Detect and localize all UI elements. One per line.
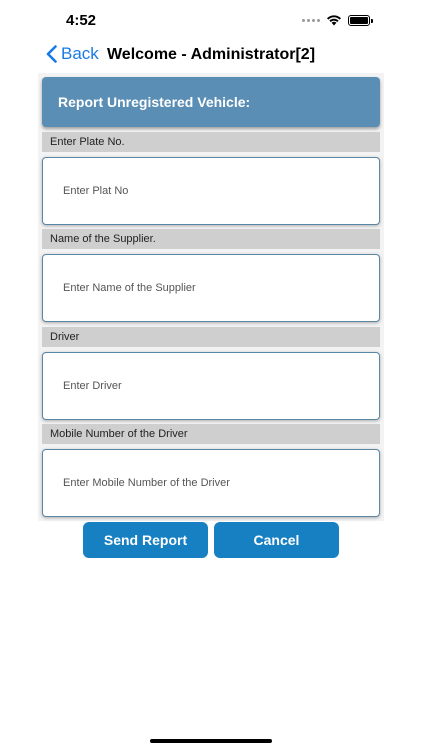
send-report-button[interactable]: Send Report xyxy=(83,522,208,558)
status-icons xyxy=(302,14,373,26)
plate-input[interactable]: Enter Plat No xyxy=(42,157,380,225)
driver-label: Driver xyxy=(42,327,380,347)
mobile-input[interactable]: Enter Mobile Number of the Driver xyxy=(42,449,380,517)
report-form-panel: Report Unregistered Vehicle: Enter Plate… xyxy=(38,73,384,521)
battery-icon xyxy=(348,14,373,26)
page-title: Welcome - Administrator[2] xyxy=(106,46,316,63)
signal-icon xyxy=(302,18,320,22)
navigation-bar: Back Welcome - Administrator[2] xyxy=(0,40,422,72)
supplier-input[interactable]: Enter Name of the Supplier xyxy=(42,254,380,322)
wifi-icon xyxy=(327,15,341,26)
form-header: Report Unregistered Vehicle: xyxy=(42,77,380,127)
mobile-label: Mobile Number of the Driver xyxy=(42,424,380,444)
home-indicator[interactable] xyxy=(150,739,272,743)
driver-input[interactable]: Enter Driver xyxy=(42,352,380,420)
supplier-label: Name of the Supplier. xyxy=(42,229,380,249)
status-bar: 4:52 xyxy=(0,0,422,40)
plate-label: Enter Plate No. xyxy=(42,132,380,152)
status-time: 4:52 xyxy=(66,12,97,29)
cancel-button[interactable]: Cancel xyxy=(214,522,339,558)
screen: 4:52 Back Welcome - Administrator[2] Rep… xyxy=(0,0,422,750)
